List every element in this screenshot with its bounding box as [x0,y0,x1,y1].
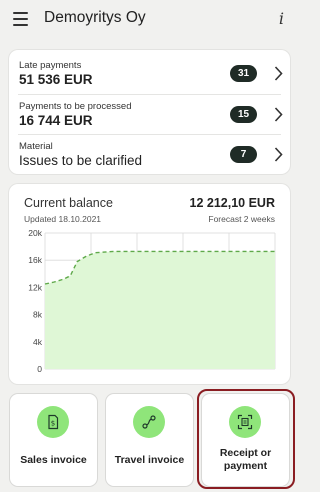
info-icon[interactable]: i [279,9,284,28]
list-item-late-payments[interactable]: Late payments 51 536 EUR 31 [18,54,283,94]
y-tick-label: 8k [33,310,43,320]
row-label: Late payments [19,60,82,71]
route-icon [133,406,165,438]
balance-chart: 20k 16k 12k 8k 4k 0 [28,228,276,374]
count-badge: 15 [230,106,257,123]
y-tick-label: 16k [28,255,42,265]
y-tick-label: 4k [33,337,43,347]
hamburger-menu-icon[interactable] [13,12,28,26]
travel-invoice-label: Travel invoice [114,454,185,466]
sales-invoice-button[interactable]: $ Sales invoice [10,394,97,486]
travel-invoice-button[interactable]: Travel invoice [106,394,193,486]
count-badge: 7 [230,146,257,163]
balance-card: Current balance Updated 18.10.2021 12 21… [9,184,290,384]
chevron-right-icon [274,147,283,162]
chevron-right-icon [274,107,283,122]
row-value: 16 744 EUR [19,113,93,128]
row-label: Material [19,141,53,152]
summary-card: Late payments 51 536 EUR 31 Payments to … [9,50,290,174]
svg-text:$: $ [51,420,55,428]
y-tick-label: 20k [28,228,42,238]
list-item-material[interactable]: Material Issues to be clarified 7 [18,134,283,174]
count-badge: 31 [230,65,257,82]
balance-area [45,251,275,369]
company-title: Demoyritys Oy [44,9,146,26]
sales-invoice-label: Sales invoice [20,454,87,466]
y-tick-label: 12k [28,282,42,292]
row-label: Payments to be processed [19,101,132,112]
y-tick-label: 0 [37,364,42,374]
top-bar: Demoyritys Oy i [0,0,300,40]
row-value: Issues to be clarified [19,153,143,168]
selected-tile-highlight [197,389,295,489]
list-item-payments-to-be-processed[interactable]: Payments to be processed 16 744 EUR 15 [18,94,283,134]
sales-invoice-icon: $ [37,406,69,438]
chevron-right-icon [274,66,283,81]
row-value: 51 536 EUR [19,72,93,87]
